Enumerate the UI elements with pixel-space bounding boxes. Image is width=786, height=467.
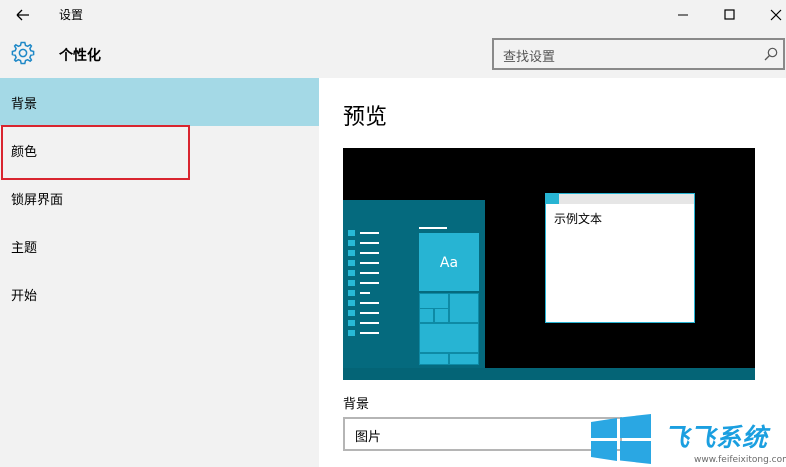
back-arrow-icon [16, 9, 29, 21]
page-header: 个性化 查找设置 [0, 30, 786, 78]
windows-logo-icon [591, 414, 651, 464]
watermark-text: 飞飞系统 [664, 423, 769, 452]
maximize-icon [724, 9, 735, 20]
menu-row [348, 320, 382, 326]
title-bar: 设置 [0, 0, 786, 30]
menu-row [348, 290, 382, 296]
sample-text: 示例文本 [554, 212, 603, 226]
tile-cell [419, 353, 449, 365]
tile-cell [419, 323, 479, 353]
page-title: 个性化 [59, 48, 101, 64]
menu-row [348, 330, 382, 336]
back-button[interactable] [8, 4, 36, 26]
search-icon[interactable] [763, 46, 779, 62]
menu-row [348, 230, 382, 236]
close-button[interactable] [752, 2, 786, 28]
menu-row [348, 280, 382, 286]
sidebar-item-label: 背景 [11, 97, 38, 112]
tile-text: Aa [439, 255, 459, 271]
start-menu-preview: Aa [343, 200, 485, 368]
sample-window-titlebar [546, 194, 694, 204]
menu-row [348, 260, 382, 266]
sidebar: 背景 颜色 锁屏界面 主题 开始 [0, 78, 319, 467]
preview-heading: 预览 [343, 105, 388, 130]
theme-preview: Aa 示例文本 [343, 148, 755, 380]
background-label: 背景 [343, 397, 370, 412]
sidebar-item-label: 开始 [11, 289, 38, 304]
maximize-button[interactable] [706, 2, 752, 28]
menu-row [348, 310, 382, 316]
menu-row [348, 270, 382, 276]
search-placeholder: 查找设置 [503, 50, 556, 65]
minimize-icon [678, 14, 688, 16]
menu-list-preview [348, 230, 382, 350]
tile-grid [419, 293, 479, 365]
tile-cell [449, 293, 479, 323]
sample-window: 示例文本 [545, 193, 695, 323]
window-title: 设置 [59, 8, 84, 22]
sidebar-item-label: 锁屏界面 [11, 193, 64, 208]
watermark-url: www.feifeixitong.com [694, 455, 786, 465]
menu-row [348, 250, 382, 256]
menu-row [348, 240, 382, 246]
sidebar-item-start[interactable]: 开始 [0, 270, 319, 318]
sidebar-item-background[interactable]: 背景 [0, 78, 319, 126]
background-select-value: 图片 [355, 430, 382, 445]
tile-group-header [419, 227, 447, 229]
sidebar-item-themes[interactable]: 主题 [0, 222, 319, 270]
minimize-button[interactable] [660, 2, 706, 28]
taskbar-preview [343, 368, 755, 380]
tile-cell [419, 308, 434, 323]
menu-row [348, 300, 382, 306]
highlight-annotation [1, 125, 190, 180]
gear-icon [11, 41, 35, 65]
sidebar-item-label: 主题 [11, 241, 38, 256]
close-icon [770, 9, 782, 21]
tile-cell [449, 353, 479, 365]
tile-large: Aa [419, 233, 479, 291]
sidebar-item-lock-screen[interactable]: 锁屏界面 [0, 174, 319, 222]
search-input[interactable]: 查找设置 [492, 38, 785, 70]
background-select[interactable]: 图片 [343, 417, 622, 451]
tile-cell [434, 308, 449, 323]
